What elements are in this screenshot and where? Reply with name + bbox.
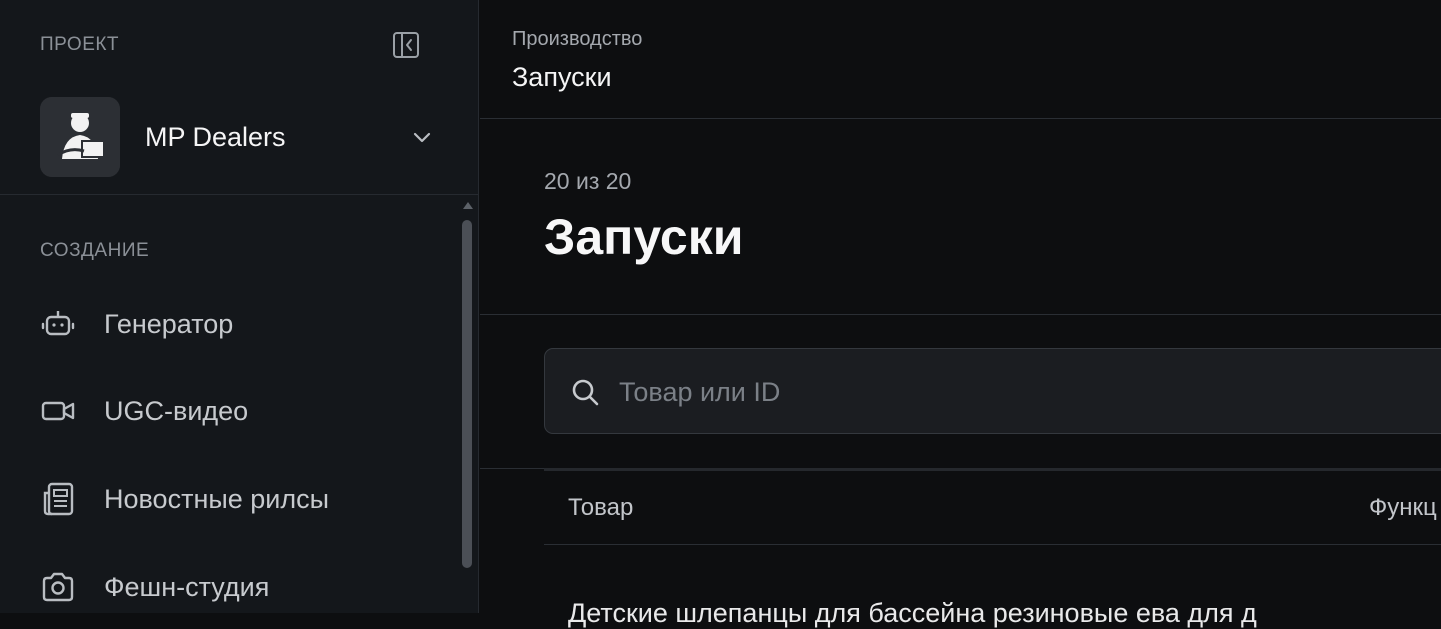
search-field[interactable] (544, 348, 1441, 434)
project-name: MP Dealers (145, 121, 286, 152)
sidebar-item-generator[interactable]: Генератор (40, 296, 440, 352)
title-divider (480, 314, 1441, 315)
table-row[interactable]: Детские шлепанцы для бассейна резиновые … (568, 598, 1257, 629)
breadcrumb-current: Запуски (512, 62, 612, 92)
column-header-function[interactable]: Функц (1369, 494, 1437, 522)
sidebar-item-ugc-video[interactable]: UGC-видео (40, 383, 440, 439)
sidebar: ПРОЕКТ MP Dealers СОЗДАНИЕ Генератор UGC… (0, 0, 479, 613)
sidebar-item-label: Новостные рилсы (104, 483, 330, 514)
search-icon (572, 379, 599, 406)
sidebar-item-label: Генератор (104, 308, 234, 339)
sidebar-scrollbar[interactable] (459, 200, 475, 613)
page-title: Запуски (544, 209, 744, 265)
table-header-divider (544, 544, 1441, 545)
collapse-sidebar-button[interactable] (390, 29, 422, 61)
breadcrumb-parent[interactable]: Производство (512, 28, 642, 51)
project-avatar (40, 97, 120, 177)
results-count: 20 из 20 (544, 168, 632, 194)
project-switcher[interactable]: MP Dealers (40, 97, 440, 177)
newspaper-icon (40, 477, 84, 521)
table-top-border (544, 468, 1441, 471)
scrollbar-thumb[interactable] (462, 220, 472, 568)
sidebar-item-news-reels[interactable]: Новостные рилсы (40, 471, 440, 527)
dealer-avatar-icon (40, 97, 120, 177)
column-header-product[interactable]: Товар (568, 494, 633, 522)
creation-section-label: СОЗДАНИЕ (40, 240, 150, 261)
main-content: Производство Запуски 20 из 20 Запуски То… (480, 0, 1441, 628)
header-divider (480, 118, 1441, 119)
video-camera-icon (40, 389, 84, 433)
sidebar-divider (0, 194, 478, 195)
sidebar-item-label: UGC-видео (104, 395, 249, 426)
sidebar-collapse-icon (393, 32, 419, 58)
scroll-up-arrow-icon[interactable] (463, 202, 473, 209)
chevron-down-icon (413, 132, 431, 143)
sidebar-item-fashion-studio[interactable]: Фешн-студия (40, 559, 440, 613)
project-section-label: ПРОЕКТ (40, 34, 120, 55)
robot-icon (40, 302, 84, 346)
search-input[interactable] (617, 367, 1441, 417)
camera-icon (40, 565, 84, 609)
sidebar-item-label: Фешн-студия (104, 571, 270, 602)
